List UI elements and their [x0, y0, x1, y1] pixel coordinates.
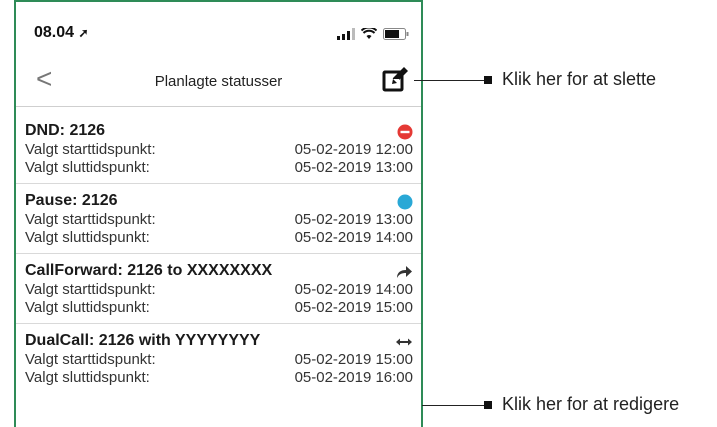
item-title: DualCall: 2126 with YYYYYYYY: [25, 332, 261, 349]
wifi-icon: [361, 28, 377, 39]
end-label: Valgt sluttidspunkt:: [25, 229, 150, 246]
blue-dot-icon: [397, 194, 413, 210]
end-row: Valgt sluttidspunkt: 05-02-2019 16:00: [25, 369, 413, 387]
start-row: Valgt starttidspunkt: 05-02-2019 13:00: [25, 211, 413, 229]
start-row: Valgt starttidspunkt: 05-02-2019 12:00: [25, 141, 413, 159]
edit-button[interactable]: [381, 64, 411, 99]
nav-bar: < Planlagte statusser: [16, 56, 421, 107]
signal-icon: [337, 28, 355, 40]
end-value: 05-02-2019 15:00: [294, 299, 413, 316]
list-item[interactable]: DND: 2126 Valgt starttidspunkt: 05-02-201…: [16, 114, 421, 183]
status-time: 08.04 ➚: [34, 24, 89, 41]
start-row: Valgt starttidspunkt: 05-02-2019 15:00: [25, 351, 413, 369]
red-minus-circle-icon: [397, 124, 413, 140]
forward-arrow-icon: [397, 266, 412, 278]
item-title: Pause: 2126: [25, 192, 118, 209]
status-icons: [337, 28, 409, 40]
phone-screen: 08.04 ➚ < Planlagte statusser DND: 2126 …: [14, 0, 423, 427]
end-label: Valgt sluttidspunkt:: [25, 299, 150, 316]
start-label: Valgt starttidspunkt:: [25, 211, 156, 228]
item-title: DND: 2126: [25, 122, 106, 139]
location-arrow-icon: ➚: [78, 26, 89, 40]
list-item[interactable]: DualCall: 2126 with YYYYYYYY Valgt start…: [16, 323, 421, 393]
item-title: CallForward: 2126 to XXXXXXXX: [25, 262, 273, 279]
start-label: Valgt starttidspunkt:: [25, 351, 156, 368]
start-label: Valgt starttidspunkt:: [25, 281, 156, 298]
start-label: Valgt starttidspunkt:: [25, 141, 156, 158]
left-right-arrow-icon: [396, 338, 412, 346]
edit-callout-text: Klik her for at redigere: [502, 394, 680, 414]
planned-status-list: DND: 2126 Valgt starttidspunkt: 05-02-201…: [16, 114, 421, 393]
status-bar: 08.04 ➚: [16, 2, 421, 46]
end-row: Valgt sluttidspunkt: 05-02-2019 14:00: [25, 229, 413, 247]
battery-icon: [383, 28, 409, 40]
end-row: Valgt sluttidspunkt: 05-02-2019 15:00: [25, 299, 413, 317]
delete-callout-line: [414, 76, 492, 84]
start-value: 05-02-2019 13:00: [294, 211, 413, 228]
list-item[interactable]: CallForward: 2126 to XXXXXXXX Valgt star…: [16, 253, 421, 323]
edit-callout-line: [422, 401, 492, 409]
start-value: 05-02-2019 12:00: [294, 141, 413, 158]
start-value: 05-02-2019 14:00: [294, 281, 413, 298]
end-value: 05-02-2019 16:00: [294, 369, 413, 386]
end-label: Valgt sluttidspunkt:: [25, 159, 150, 176]
end-row: Valgt sluttidspunkt: 05-02-2019 13:00: [25, 159, 413, 177]
end-label: Valgt sluttidspunkt:: [25, 369, 150, 386]
list-item[interactable]: Pause: 2126 Valgt starttidspunkt: 05-02-2…: [16, 183, 421, 253]
start-value: 05-02-2019 15:00: [294, 351, 413, 368]
start-row: Valgt starttidspunkt: 05-02-2019 14:00: [25, 281, 413, 299]
end-value: 05-02-2019 14:00: [294, 229, 413, 246]
end-value: 05-02-2019 13:00: [294, 159, 413, 176]
page-title: Planlagte statusser: [154, 73, 283, 90]
delete-callout-text: Klik her for at slette: [502, 69, 657, 89]
edit-icon: [382, 67, 408, 92]
